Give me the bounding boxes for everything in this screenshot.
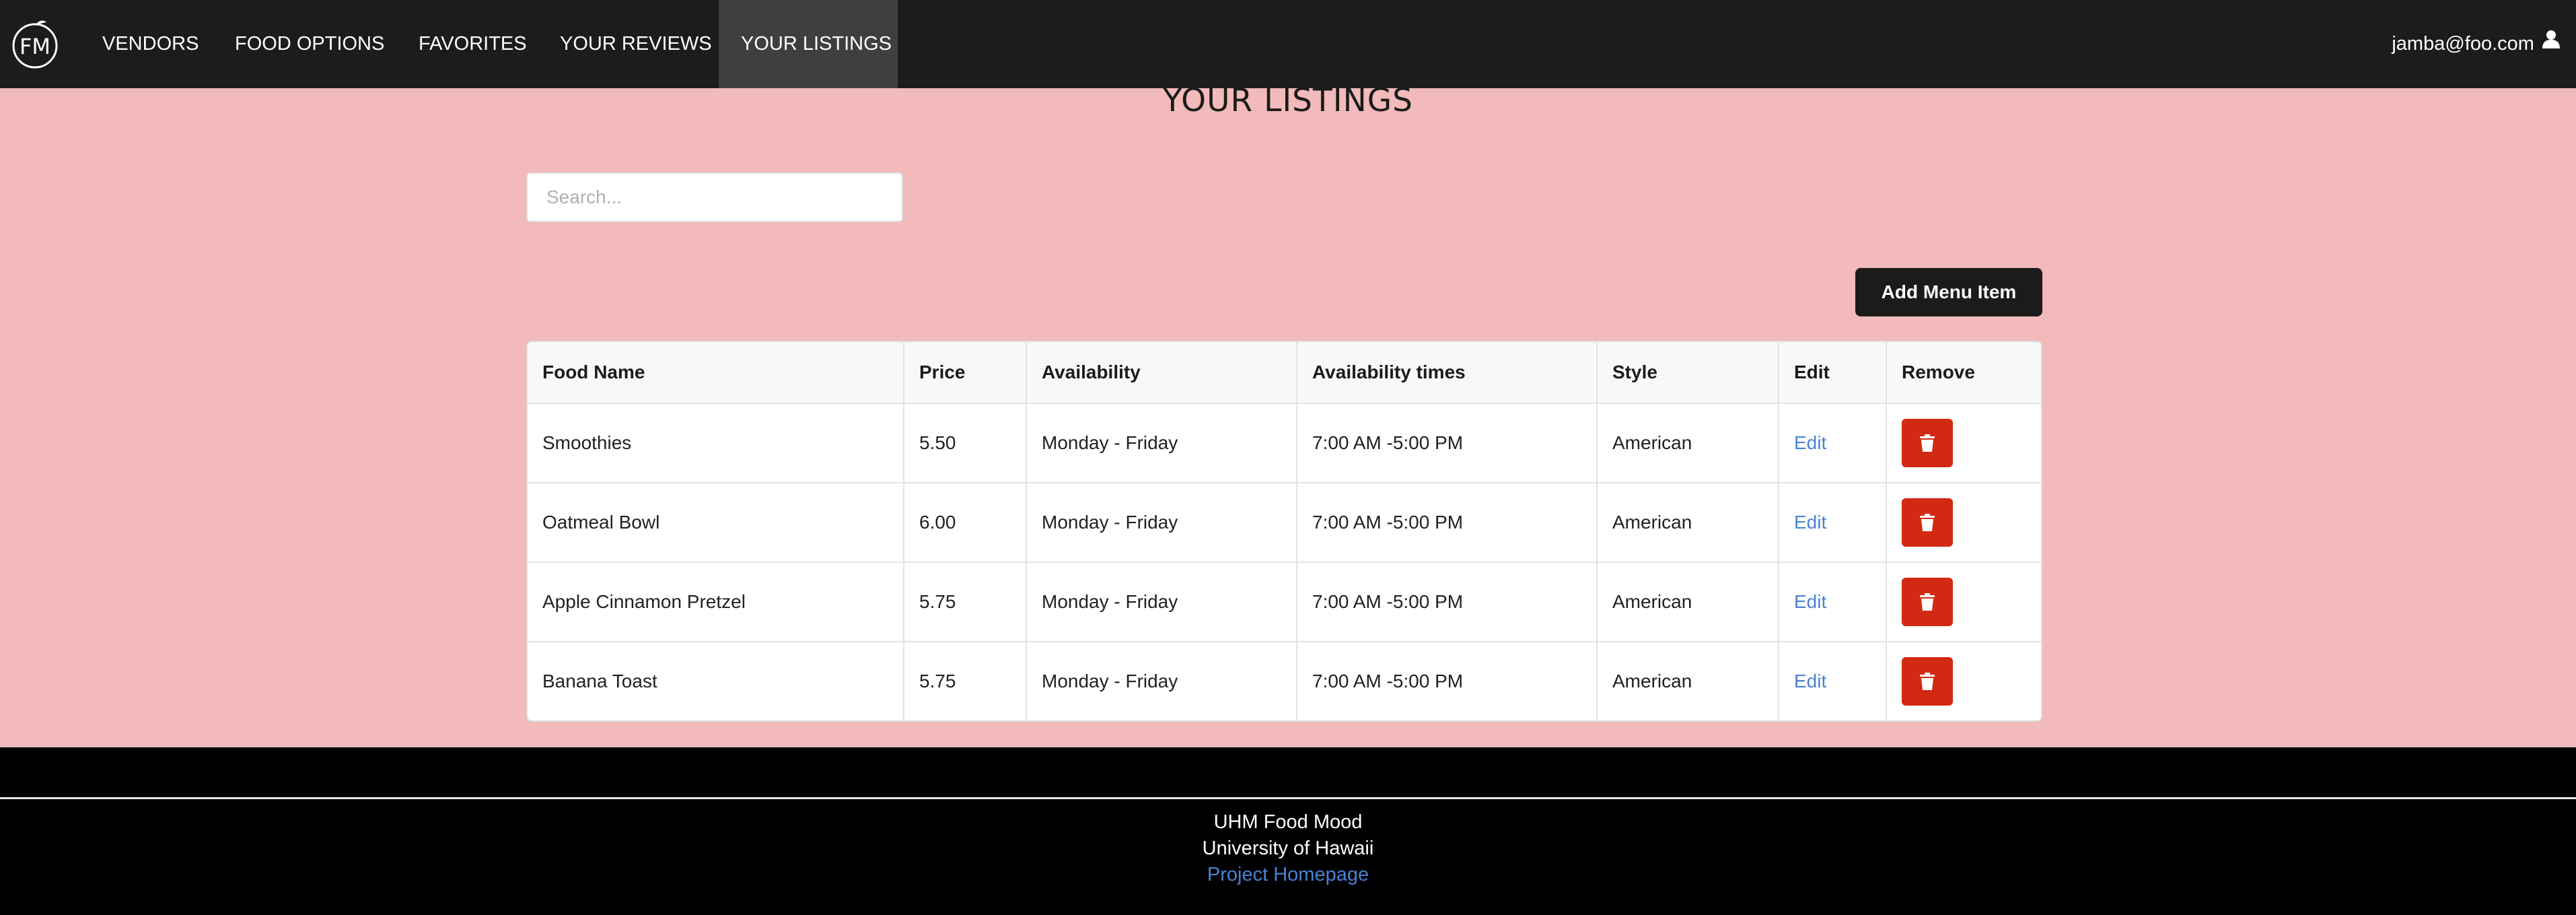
table-row: Oatmeal Bowl 6.00 Monday - Friday 7:00 A… bbox=[528, 483, 2041, 563]
table-header-row: Food Name Price Availability Availabilit… bbox=[528, 342, 2041, 404]
nav-favorites[interactable]: FAVORITES bbox=[419, 0, 527, 88]
nav-your-reviews[interactable]: YOUR REVIEWS bbox=[560, 0, 712, 88]
nav-vendors[interactable]: VENDORS bbox=[102, 0, 199, 88]
user-email: jamba@foo.com bbox=[2392, 33, 2534, 55]
listings-table: Food Name Price Availability Availabilit… bbox=[526, 341, 2042, 722]
footer-divider bbox=[0, 797, 2576, 799]
table-row: Banana Toast 5.75 Monday - Friday 7:00 A… bbox=[528, 642, 2041, 720]
cell-edit: Edit bbox=[1778, 403, 1886, 483]
cell-style: American bbox=[1596, 562, 1779, 642]
nav-food-options[interactable]: FOOD OPTIONS bbox=[235, 0, 384, 88]
footer-university: University of Hawaii bbox=[1202, 838, 1374, 859]
cell-availability: Monday - Friday bbox=[1026, 403, 1297, 483]
header-edit: Edit bbox=[1778, 342, 1886, 404]
footer-text: UHM Food Mood University of Hawaii Proje… bbox=[0, 809, 2576, 888]
header-price: Price bbox=[903, 342, 1026, 404]
header-style: Style bbox=[1596, 342, 1779, 404]
edit-link[interactable]: Edit bbox=[1794, 591, 1826, 612]
cell-price: 5.75 bbox=[903, 642, 1026, 720]
nav-your-listings[interactable]: YOUR LISTINGS bbox=[719, 0, 898, 88]
header-availability-times: Availability times bbox=[1296, 342, 1597, 404]
cell-availability-times: 7:00 AM -5:00 PM bbox=[1296, 562, 1597, 642]
search-input[interactable] bbox=[526, 172, 903, 222]
remove-button[interactable] bbox=[1902, 657, 1953, 706]
cell-style: American bbox=[1596, 403, 1779, 483]
edit-link[interactable]: Edit bbox=[1794, 512, 1826, 533]
user-icon bbox=[2542, 0, 2560, 87]
cell-food-name: Banana Toast bbox=[542, 671, 657, 691]
cell-availability-times: 7:00 AM -5:00 PM bbox=[1296, 642, 1597, 720]
add-menu-item-button[interactable]: Add Menu Item bbox=[1855, 268, 2042, 316]
cell-edit: Edit bbox=[1778, 562, 1886, 642]
trash-icon bbox=[1920, 673, 1935, 690]
cell-remove bbox=[1886, 642, 2041, 720]
cell-availability: Monday - Friday bbox=[1026, 642, 1297, 720]
header-availability: Availability bbox=[1026, 342, 1297, 404]
cell-style: American bbox=[1596, 483, 1779, 563]
header-remove: Remove bbox=[1886, 342, 2041, 404]
cell-remove bbox=[1886, 562, 2041, 642]
project-homepage-link[interactable]: Project Homepage bbox=[1207, 864, 1369, 885]
header-food-name: Food Name bbox=[528, 342, 904, 404]
remove-button[interactable] bbox=[1902, 498, 1953, 547]
cell-availability-times: 7:00 AM -5:00 PM bbox=[1296, 403, 1597, 483]
page-title: YOUR LISTINGS bbox=[1163, 82, 1413, 119]
brand-logo[interactable]: FM bbox=[11, 20, 59, 69]
edit-link[interactable]: Edit bbox=[1794, 432, 1826, 453]
svg-text:FM: FM bbox=[20, 34, 50, 59]
cell-food-name: Smoothies bbox=[528, 403, 904, 483]
trash-icon bbox=[1920, 434, 1935, 452]
footer-app-name: UHM Food Mood bbox=[1213, 811, 1363, 833]
trash-icon bbox=[1920, 514, 1935, 531]
cell-price: 5.75 bbox=[903, 562, 1026, 642]
top-navbar: FM VENDORS FOOD OPTIONS FAVORITES YOUR R… bbox=[0, 0, 2576, 88]
user-menu[interactable]: jamba@foo.com bbox=[2392, 0, 2560, 88]
footer: UHM Food Mood University of Hawaii Proje… bbox=[0, 747, 2576, 915]
cell-price: 6.00 bbox=[903, 483, 1026, 563]
remove-button[interactable] bbox=[1902, 578, 1953, 626]
fm-logo-icon: FM bbox=[12, 20, 58, 69]
table-row: Smoothies 5.50 Monday - Friday 7:00 AM -… bbox=[528, 403, 2041, 483]
cell-remove bbox=[1886, 403, 2041, 483]
cell-edit: Edit bbox=[1778, 483, 1886, 563]
cell-style: American bbox=[1596, 642, 1779, 720]
cell-food-name: Apple Cinnamon Pretzel bbox=[528, 562, 904, 642]
cell-availability: Monday - Friday bbox=[1026, 483, 1297, 563]
trash-icon bbox=[1920, 593, 1935, 611]
table-row: Apple Cinnamon Pretzel 5.75 Monday - Fri… bbox=[528, 562, 2041, 642]
remove-button[interactable] bbox=[1902, 419, 1953, 467]
edit-link[interactable]: Edit bbox=[1794, 671, 1826, 691]
cell-availability-times: 7:00 AM -5:00 PM bbox=[1296, 483, 1597, 563]
cell-remove bbox=[1886, 483, 2041, 563]
cell-food-name: Oatmeal Bowl bbox=[528, 483, 904, 563]
cell-price: 5.50 bbox=[903, 403, 1026, 483]
cell-availability: Monday - Friday bbox=[1026, 562, 1297, 642]
cell-edit: Edit bbox=[1778, 642, 1886, 720]
